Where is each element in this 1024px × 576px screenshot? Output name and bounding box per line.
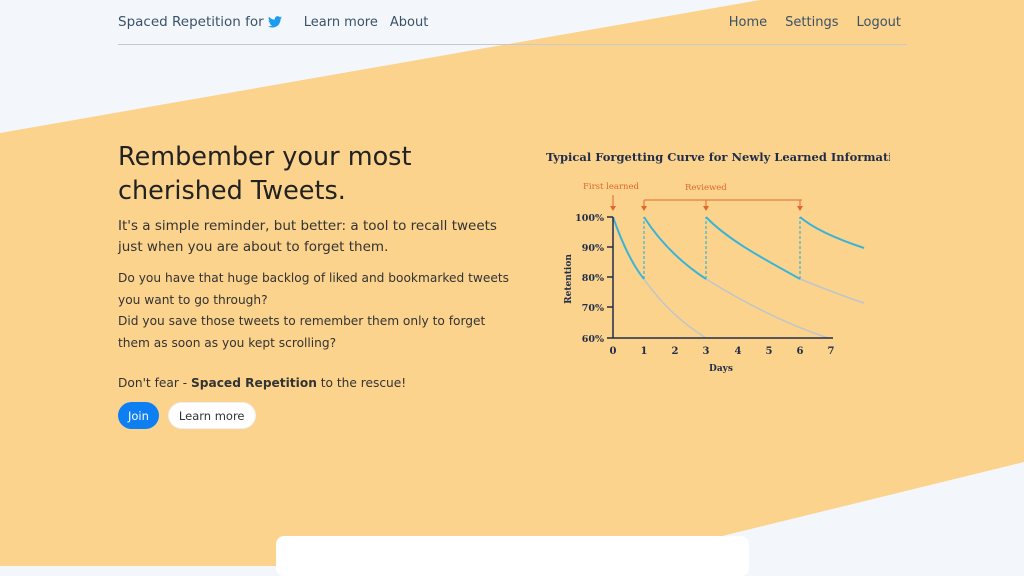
x-axis-label: Days bbox=[709, 364, 733, 374]
y-tick-100: 100% bbox=[575, 213, 604, 224]
first-learned-label: First learned bbox=[583, 182, 640, 192]
x-tick-2: 2 bbox=[672, 346, 679, 357]
chart-title: Typical Forgetting Curve for Newly Learn… bbox=[546, 150, 890, 164]
hero-cta-text: Don't fear - Spaced Repetition to the re… bbox=[118, 376, 518, 390]
y-tick-70: 70% bbox=[582, 303, 604, 314]
y-tick-90: 90% bbox=[582, 243, 604, 254]
hero-lead: It's a simple reminder, but better: a to… bbox=[118, 218, 497, 255]
brand[interactable]: Spaced Repetition for bbox=[118, 14, 282, 30]
cta-suffix: to the rescue! bbox=[316, 376, 407, 390]
cta-prefix: Don't fear - bbox=[118, 376, 191, 390]
learn-more-button[interactable]: Learn more bbox=[167, 402, 256, 429]
nav-about[interactable]: About bbox=[390, 15, 428, 30]
brand-label: Spaced Repetition for bbox=[118, 14, 264, 30]
hero-section: Rembember your most cherished Tweets. It… bbox=[118, 140, 518, 429]
hero-paragraph-2: Did you save those tweets to remember th… bbox=[118, 314, 486, 350]
reviewed-label: Reviewed bbox=[685, 183, 727, 193]
x-tick-7: 7 bbox=[828, 346, 835, 357]
top-navbar: Spaced Repetition for Learn more About H… bbox=[118, 0, 907, 45]
annotation-arrows bbox=[610, 195, 803, 211]
x-tick-1: 1 bbox=[641, 346, 648, 357]
forgetting-curve-figure: Typical Forgetting Curve for Newly Learn… bbox=[540, 142, 909, 382]
retention-curve bbox=[612, 216, 865, 280]
nav-settings[interactable]: Settings bbox=[785, 15, 838, 30]
x-tick-3: 3 bbox=[703, 346, 710, 357]
hero-buttons: Join Learn more bbox=[118, 402, 518, 429]
hero-title: Rembember your most cherished Tweets. bbox=[118, 142, 412, 206]
nav-right-group: Home Settings Logout bbox=[717, 15, 907, 30]
x-tick-0: 0 bbox=[610, 346, 617, 357]
cta-bold: Spaced Repetition bbox=[190, 376, 317, 390]
y-tick-labels: 100% 90% 80% 70% 60% bbox=[575, 213, 604, 345]
x-tick-6: 6 bbox=[797, 346, 804, 357]
forgetting-curve-svg: Typical Forgetting Curve for Newly Learn… bbox=[546, 150, 909, 374]
nav-logout[interactable]: Logout bbox=[856, 15, 901, 30]
nav-home[interactable]: Home bbox=[729, 15, 767, 30]
join-button[interactable]: Join bbox=[118, 402, 159, 429]
x-tick-5: 5 bbox=[766, 346, 773, 357]
x-tick-labels: 0 1 2 3 4 5 6 7 bbox=[610, 346, 835, 357]
x-tick-4: 4 bbox=[735, 346, 742, 357]
content-card bbox=[276, 536, 749, 576]
nav-learn-more[interactable]: Learn more bbox=[304, 15, 378, 30]
twitter-bird-icon bbox=[267, 16, 282, 28]
y-axis-label: Retention bbox=[564, 254, 574, 304]
faded-curves bbox=[643, 278, 865, 339]
y-tick-60: 60% bbox=[582, 334, 604, 345]
hero-paragraph-1: Do you have that huge backlog of liked a… bbox=[118, 271, 509, 307]
y-tick-80: 80% bbox=[582, 273, 604, 284]
